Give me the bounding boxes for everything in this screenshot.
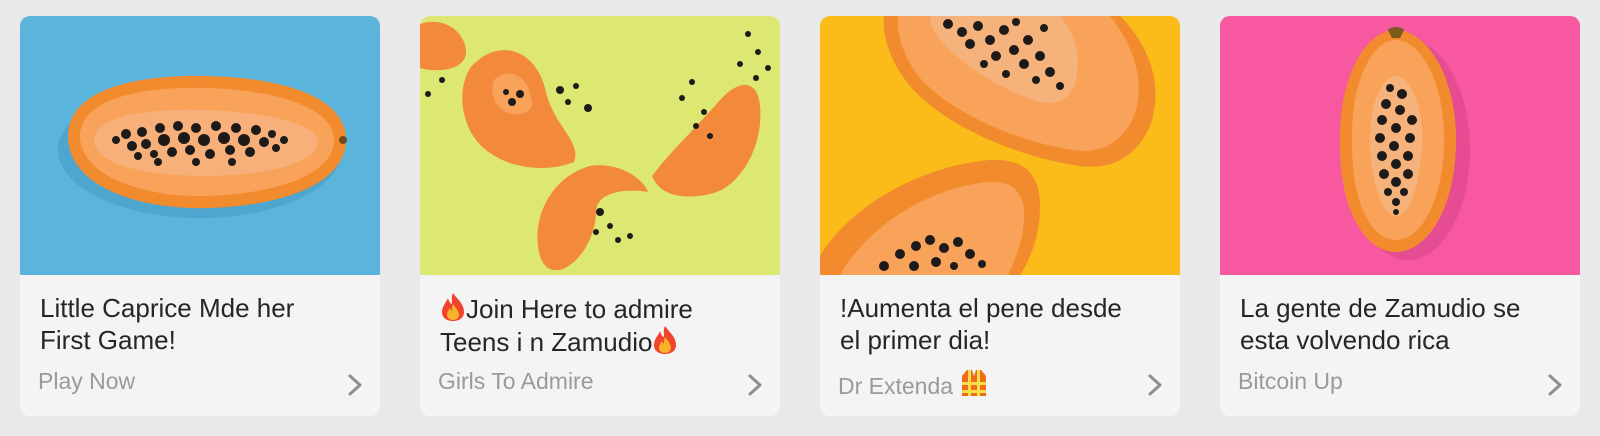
- ad-card-title-line2: el primer dia!: [840, 325, 991, 355]
- fire-emoji-icon: [442, 293, 464, 321]
- ad-card-source[interactable]: Play Now: [38, 368, 135, 395]
- papaya-image: [20, 16, 380, 275]
- ad-card-title[interactable]: La gente de Zamudio se esta volvendo ric…: [1240, 292, 1562, 356]
- ad-card-1[interactable]: Little Caprice Mde her First Game! Play …: [20, 16, 380, 416]
- chevron-right-icon[interactable]: [1144, 372, 1166, 398]
- fire-emoji-icon: [654, 326, 677, 354]
- ad-card-title-line2: Teens i n Zamudio: [440, 327, 653, 357]
- chevron-right-icon[interactable]: [344, 372, 366, 398]
- chevron-right-icon[interactable]: [1544, 372, 1566, 398]
- ad-card-title-line2: esta volvendo rica: [1240, 325, 1450, 355]
- ad-card-title-line1: La gente de Zamudio se: [1240, 293, 1521, 323]
- ad-card-title-line1: !Aumenta el pene desde: [840, 293, 1122, 323]
- ad-card-image[interactable]: [420, 16, 780, 275]
- ad-card-image[interactable]: [1220, 16, 1580, 275]
- chevron-right-icon[interactable]: [744, 372, 766, 398]
- ad-card-image[interactable]: [820, 16, 1180, 275]
- ad-card-image[interactable]: [20, 16, 380, 275]
- ad-card-title-line1: Little Caprice Mde her: [40, 293, 295, 323]
- ad-card-source[interactable]: Dr Extenda: [838, 368, 989, 400]
- papaya-halves-image: [820, 16, 1180, 275]
- ad-card-grid: Little Caprice Mde her First Game! Play …: [0, 0, 1600, 436]
- ad-card-title-line2: First Game!: [40, 325, 176, 355]
- ad-card-3[interactable]: !Aumenta el pene desde el primer dia! Dr…: [820, 16, 1180, 416]
- ad-card-4[interactable]: La gente de Zamudio se esta volvendo ric…: [1220, 16, 1580, 416]
- ad-card-title[interactable]: !Aumenta el pene desde el primer dia!: [840, 292, 1162, 356]
- ad-card-title[interactable]: Little Caprice Mde her First Game!: [40, 292, 362, 356]
- papaya-slices-image: [420, 16, 780, 275]
- ad-card-2[interactable]: Join Here to admire Teens i n Zamudio Gi…: [420, 16, 780, 416]
- papaya-vertical-image: [1220, 16, 1580, 275]
- safety-vest-emoji-icon: [962, 370, 987, 396]
- ad-card-source-label: Dr Extenda: [838, 373, 954, 399]
- ad-card-title-line1: Join Here to admire: [466, 294, 693, 324]
- ad-card-title[interactable]: Join Here to admire Teens i n Zamudio: [440, 292, 762, 358]
- ad-card-source[interactable]: Girls To Admire: [438, 368, 594, 395]
- ad-card-source[interactable]: Bitcoin Up: [1238, 368, 1343, 395]
